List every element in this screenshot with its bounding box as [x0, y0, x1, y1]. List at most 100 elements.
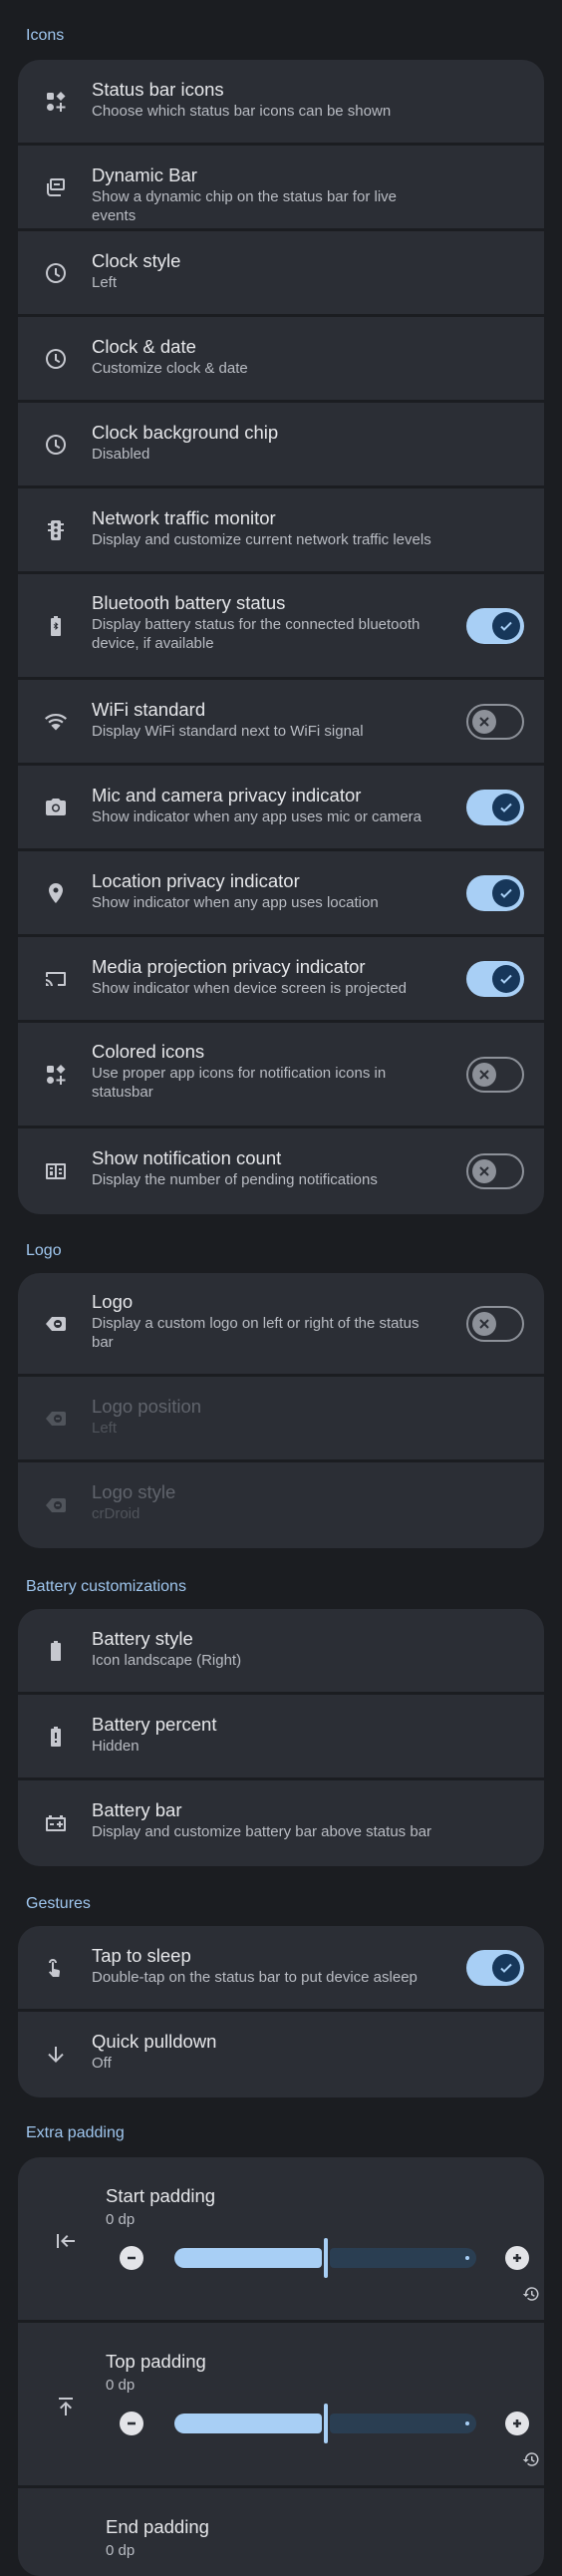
mic-camera-privacy-toggle[interactable] — [466, 789, 524, 825]
slider-handle[interactable] — [324, 2404, 328, 2443]
clock-style-item[interactable]: Clock style Left — [18, 231, 544, 317]
section-title-battery: Battery customizations — [26, 1578, 186, 1595]
status-bar-icons-icon — [44, 90, 68, 114]
check-icon — [500, 888, 512, 898]
decrease-button[interactable] — [120, 2412, 143, 2435]
tap-to-sleep-item[interactable]: Tap to sleep Double-tap on the status ba… — [18, 1926, 544, 2012]
tap-icon — [44, 1956, 68, 1980]
decrease-button[interactable] — [120, 2246, 143, 2270]
item-title: Bluetooth battery status — [92, 592, 286, 613]
top-padding-item: Top padding 0 dp — [18, 2323, 544, 2488]
clock-date-item[interactable]: Clock & date Customize clock & date — [18, 317, 544, 403]
battery-bar-icon — [44, 1811, 68, 1835]
notification-count-toggle[interactable] — [466, 1153, 524, 1189]
toggle-knob — [492, 793, 520, 821]
network-traffic-monitor-item[interactable]: Network traffic monitor Display and cust… — [18, 488, 544, 574]
colored-icons-toggle[interactable] — [466, 1056, 524, 1093]
clock-icon — [44, 347, 68, 371]
item-title: Quick pulldown — [92, 2031, 217, 2052]
toggle-knob — [472, 1062, 496, 1087]
icons-group: Status bar icons Choose which status bar… — [18, 60, 544, 1214]
slider-track-rest — [330, 2414, 476, 2433]
section-title-padding: Extra padding — [26, 2124, 125, 2141]
dynamic-bar-icon — [44, 175, 68, 199]
wifi-standard-item[interactable]: WiFi standard Display WiFi standard next… — [18, 680, 544, 766]
plus-icon — [513, 2254, 521, 2262]
start-padding-slider[interactable] — [174, 2238, 476, 2278]
start-padding-icon — [54, 2229, 78, 2253]
plus-icon — [513, 2419, 521, 2427]
location-privacy-item[interactable]: Location privacy indicator Show indicato… — [18, 851, 544, 937]
mic-camera-privacy-item[interactable]: Mic and camera privacy indicator Show in… — [18, 766, 544, 851]
item-title: Show notification count — [92, 1147, 282, 1168]
slider-fill — [174, 2414, 322, 2433]
notification-count-icon — [44, 1159, 68, 1183]
logo-icon — [44, 1312, 68, 1336]
item-summary: Display and customize current network tr… — [92, 531, 431, 548]
battery-style-item[interactable]: Battery style Icon landscape (Right) — [18, 1609, 544, 1695]
camera-icon — [44, 796, 68, 819]
slider-stop-dot — [465, 2421, 469, 2425]
wifi-standard-toggle[interactable] — [466, 703, 524, 740]
colored-icons-icon — [44, 1063, 68, 1087]
item-title: Clock & date — [92, 336, 196, 357]
media-projection-privacy-item[interactable]: Media projection privacy indicator Show … — [18, 937, 544, 1023]
bluetooth-battery-status-item[interactable]: Bluetooth battery status Display battery… — [18, 574, 544, 680]
item-summary: Double-tap on the status bar to put devi… — [92, 1969, 418, 1986]
location-privacy-toggle[interactable] — [466, 874, 524, 911]
item-summary: Disabled — [92, 446, 150, 463]
notification-count-item[interactable]: Show notification count Display the numb… — [18, 1128, 544, 1214]
toggle-knob — [492, 964, 520, 993]
status-bar-icons-item[interactable]: Status bar icons Choose which status bar… — [18, 60, 544, 146]
traffic-icon — [44, 518, 68, 542]
colored-icons-item[interactable]: Colored icons Use proper app icons for n… — [18, 1023, 544, 1128]
item-title: Battery style — [92, 1628, 193, 1649]
battery-group: Battery style Icon landscape (Right) Bat… — [18, 1609, 544, 1866]
battery-percent-item[interactable]: Battery percent Hidden — [18, 1695, 544, 1780]
increase-button[interactable] — [505, 2412, 529, 2435]
item-summary: Show indicator when any app uses mic or … — [92, 808, 422, 825]
increase-button[interactable] — [505, 2246, 529, 2270]
battery-icon — [44, 1639, 68, 1663]
arrow-down-icon — [44, 2043, 68, 2067]
section-title-gestures: Gestures — [26, 1895, 91, 1912]
slider-value: 0 dp — [106, 2542, 136, 2559]
item-title: Location privacy indicator — [92, 870, 300, 891]
item-title: Battery bar — [92, 1799, 182, 1820]
slider-stop-dot — [465, 2256, 469, 2260]
item-title: Clock background chip — [92, 422, 279, 443]
logo-toggle[interactable] — [466, 1305, 524, 1342]
bluetooth-battery-icon — [44, 614, 68, 638]
bluetooth-battery-toggle[interactable] — [466, 607, 524, 644]
slider-title: Top padding — [106, 2351, 206, 2372]
reset-icon[interactable] — [522, 2450, 540, 2468]
close-icon — [479, 716, 489, 727]
tap-to-sleep-toggle[interactable] — [466, 1949, 524, 1986]
reset-icon[interactable] — [522, 2285, 540, 2303]
start-padding-item: Start padding 0 dp — [18, 2157, 544, 2323]
dynamic-bar-item[interactable]: Dynamic Bar Show a dynamic chip on the s… — [18, 146, 544, 231]
top-padding-slider[interactable] — [174, 2404, 476, 2443]
media-projection-toggle[interactable] — [466, 960, 524, 997]
item-summary: crDroid — [92, 1505, 140, 1522]
section-title-logo: Logo — [26, 1242, 62, 1259]
toggle-knob — [492, 611, 520, 640]
item-title: Network traffic monitor — [92, 507, 276, 528]
top-padding-icon — [54, 2395, 78, 2418]
gestures-group: Tap to sleep Double-tap on the status ba… — [18, 1926, 544, 2097]
item-summary: Left — [92, 1420, 118, 1437]
logo-icon — [44, 1407, 68, 1431]
logo-item[interactable]: Logo Display a custom logo on left or ri… — [18, 1273, 544, 1377]
item-summary: Display battery status for the connected… — [92, 616, 421, 652]
slider-title: End padding — [106, 2516, 209, 2537]
item-summary: Icon landscape (Right) — [92, 1652, 242, 1669]
logo-position-item: Logo position Left — [18, 1377, 544, 1462]
toggle-knob — [472, 1159, 496, 1183]
clock-background-chip-item[interactable]: Clock background chip Disabled — [18, 403, 544, 488]
quick-pulldown-item[interactable]: Quick pulldown Off — [18, 2012, 544, 2097]
battery-bar-item[interactable]: Battery bar Display and customize batter… — [18, 1780, 544, 1866]
item-summary: Use proper app icons for notification ic… — [92, 1065, 387, 1101]
slider-handle[interactable] — [324, 2238, 328, 2278]
slider-title: Start padding — [106, 2185, 216, 2206]
item-summary: Display and customize battery bar above … — [92, 1823, 432, 1840]
